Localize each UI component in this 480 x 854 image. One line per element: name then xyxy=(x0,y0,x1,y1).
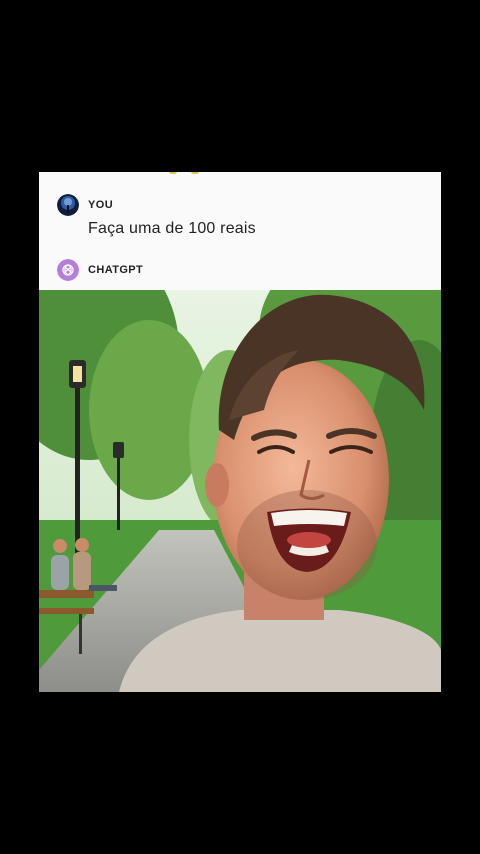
chatgpt-logo-icon xyxy=(57,259,79,281)
user-row: YOU xyxy=(57,194,113,216)
chat-header: YOU Faça uma de 100 reais CHATGPT xyxy=(39,172,441,290)
user-label: YOU xyxy=(88,199,114,211)
chat-screenshot-card: YOU Faça uma de 100 reais CHATGPT xyxy=(39,172,441,692)
assistant-row: CHATGPT xyxy=(57,259,143,281)
loading-dots xyxy=(169,172,229,175)
assistant-label: CHATGPT xyxy=(88,264,144,276)
user-message: Faça uma de 100 reais xyxy=(88,220,256,237)
generated-image-laughing-man-in-park xyxy=(39,290,441,692)
user-avatar-icon xyxy=(57,194,79,216)
